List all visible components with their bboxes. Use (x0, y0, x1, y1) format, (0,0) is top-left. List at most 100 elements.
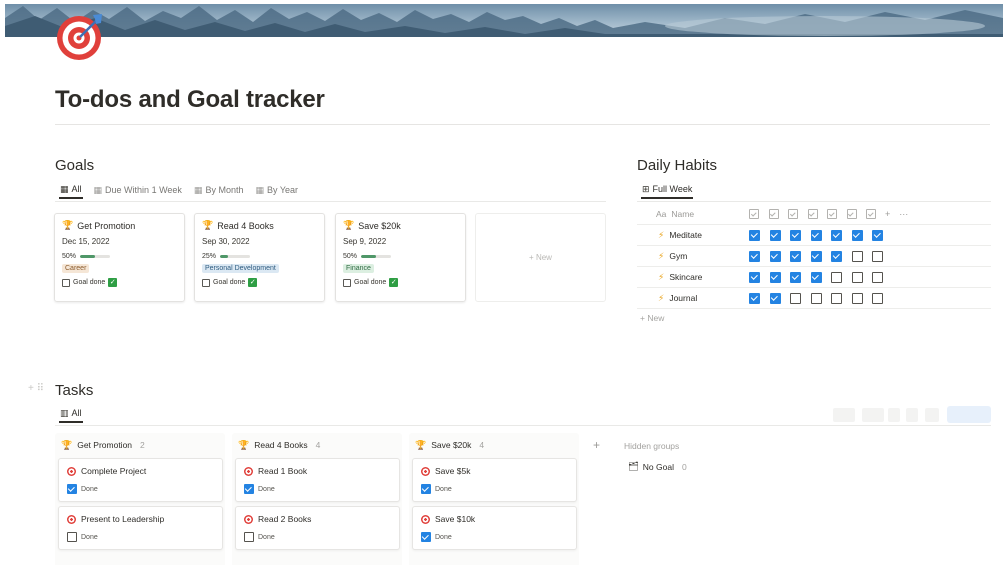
habit-day-checkbox[interactable] (790, 271, 801, 283)
habit-day-checkbox[interactable] (769, 250, 781, 262)
trophy-icon: 🏆 (61, 439, 73, 450)
tab-by-month[interactable]: ▦ By Month (193, 181, 245, 199)
habit-day-checkbox[interactable] (872, 250, 883, 262)
lightning-icon: ⚡ (658, 229, 665, 240)
add-group-icon[interactable]: + (593, 438, 600, 452)
target-dart-icon[interactable] (55, 11, 105, 61)
habit-day-checkbox[interactable] (810, 229, 822, 241)
tab-all[interactable]: ▦ All (59, 181, 83, 199)
habit-day-checkbox[interactable] (872, 271, 883, 283)
habit-row[interactable]: ⚡ Journal (637, 288, 991, 309)
check-mark-icon: ✓ (389, 278, 399, 287)
trophy-icon: 🏆 (415, 439, 427, 450)
done-checkbox[interactable] (67, 532, 77, 542)
goal-done-checkbox[interactable] (62, 278, 70, 287)
habit-day-checkbox[interactable] (872, 229, 883, 241)
task-card[interactable]: Read 2 Books Done (235, 506, 400, 550)
checkbox-property-icon[interactable] (749, 209, 759, 219)
habit-name-cell[interactable]: ⚡ Skincare (637, 272, 749, 283)
no-goal-group[interactable]: 🗂 No Goal 0 (628, 461, 687, 472)
block-handle-icons[interactable]: + ⠿ (28, 383, 44, 394)
target-dart-icon (67, 466, 76, 476)
habit-day-checkbox[interactable] (810, 250, 822, 262)
habit-day-checkbox[interactable] (769, 229, 781, 241)
task-card[interactable]: Save $10k Done (412, 506, 577, 550)
sort-button[interactable] (862, 408, 884, 422)
habits-heading[interactable]: Daily Habits (637, 157, 717, 174)
habits-tab-divider (637, 201, 991, 202)
task-card[interactable]: Read 1 Book Done (235, 458, 400, 502)
done-checkbox[interactable] (67, 484, 77, 494)
habit-row[interactable]: ⚡ Meditate (637, 225, 991, 246)
checkbox-property-icon[interactable] (768, 209, 779, 219)
goal-card[interactable]: 🏆 Read 4 Books Sep 30, 2022 25% Personal … (194, 213, 325, 302)
goal-date: Dec 15, 2022 (62, 237, 110, 246)
goal-done-checkbox[interactable] (202, 278, 210, 287)
habit-day-checkbox[interactable] (831, 229, 842, 241)
habit-day-checkbox[interactable] (831, 250, 842, 262)
habit-day-checkbox[interactable] (872, 292, 883, 304)
task-card[interactable]: Present to Leadership Done (58, 506, 223, 550)
goal-card[interactable]: 🏆 Get Promotion Dec 15, 2022 50% Career G… (54, 213, 185, 302)
column-header[interactable]: 🏆 Save $20k 4 (409, 433, 579, 457)
habit-day-checkbox[interactable] (749, 250, 760, 262)
new-task-button[interactable] (947, 406, 991, 423)
habit-day-checkbox[interactable] (851, 229, 863, 241)
filter-button[interactable] (833, 408, 855, 422)
goal-done-checkbox[interactable] (343, 278, 351, 287)
tasks-view-tabs: ▥ All (59, 405, 83, 423)
habit-day-checkbox[interactable] (749, 229, 760, 241)
habit-day-checkbox[interactable] (749, 292, 760, 304)
habit-name-cell[interactable]: ⚡ Meditate (637, 230, 749, 241)
goals-heading[interactable]: Goals (55, 157, 94, 174)
page-cover[interactable] (5, 4, 1003, 37)
new-goal-card[interactable]: + New (475, 213, 606, 302)
more-options-icon[interactable]: ··· (899, 209, 908, 219)
habit-row[interactable]: ⚡ Skincare (637, 267, 991, 288)
goal-card[interactable]: 🏆 Save $20k Sep 9, 2022 50% Finance Goal … (335, 213, 466, 302)
habit-day-checkbox[interactable] (790, 229, 801, 241)
target-dart-icon (421, 514, 430, 524)
new-habit-button[interactable]: + New (640, 313, 664, 323)
habit-name-cell[interactable]: ⚡ Journal (637, 293, 749, 304)
habit-day-checkbox[interactable] (851, 271, 863, 283)
search-icon[interactable] (888, 408, 900, 422)
task-card[interactable]: Complete Project Done (58, 458, 223, 502)
board-column-read-4-books: 🏆 Read 4 Books 4 Read 1 Book Done Read 2 B… (232, 433, 402, 565)
habit-day-checkbox[interactable] (851, 292, 863, 304)
done-checkbox[interactable] (244, 532, 254, 542)
tab-by-year[interactable]: ▦ By Year (254, 181, 299, 199)
resize-icon[interactable] (906, 408, 918, 422)
task-card[interactable]: Save $5k Done (412, 458, 577, 502)
column-header[interactable]: 🏆 Read 4 Books 4 (232, 433, 402, 457)
checkbox-property-icon[interactable] (827, 209, 837, 219)
tab-due-within-1-week[interactable]: ▦ Due Within 1 Week (93, 181, 183, 199)
habit-day-checkbox[interactable] (790, 250, 801, 262)
habit-day-checkbox[interactable] (851, 250, 863, 262)
habit-name-cell[interactable]: ⚡ Gym (637, 251, 749, 262)
habit-day-checkbox[interactable] (769, 271, 781, 283)
checkbox-property-icon[interactable] (788, 209, 798, 219)
habit-day-checkbox[interactable] (831, 292, 842, 304)
done-checkbox[interactable] (421, 532, 431, 542)
habit-row[interactable]: ⚡ Gym (637, 246, 991, 267)
checkbox-property-icon[interactable] (866, 209, 876, 219)
checkbox-property-icon[interactable] (846, 209, 857, 219)
more-options-icon[interactable] (925, 408, 939, 422)
habit-day-checkbox[interactable] (831, 271, 842, 283)
habit-day-checkbox[interactable] (749, 271, 760, 283)
add-property-icon[interactable]: + (885, 209, 890, 219)
column-header[interactable]: 🏆 Get Promotion 2 (55, 433, 225, 457)
habit-day-checkbox[interactable] (790, 292, 801, 304)
name-column-header[interactable]: Name (671, 209, 694, 219)
tab-all-tasks[interactable]: ▥ All (59, 405, 83, 423)
tab-full-week[interactable]: ⊞ Full Week (641, 181, 694, 199)
checkbox-property-icon[interactable] (807, 209, 818, 219)
progress-label: 50% (62, 253, 77, 260)
habit-day-checkbox[interactable] (810, 271, 822, 283)
habit-day-checkbox[interactable] (769, 292, 781, 304)
habit-day-checkbox[interactable] (810, 292, 822, 304)
tasks-heading[interactable]: Tasks (55, 382, 93, 399)
done-checkbox[interactable] (421, 484, 431, 494)
done-checkbox[interactable] (244, 484, 254, 494)
